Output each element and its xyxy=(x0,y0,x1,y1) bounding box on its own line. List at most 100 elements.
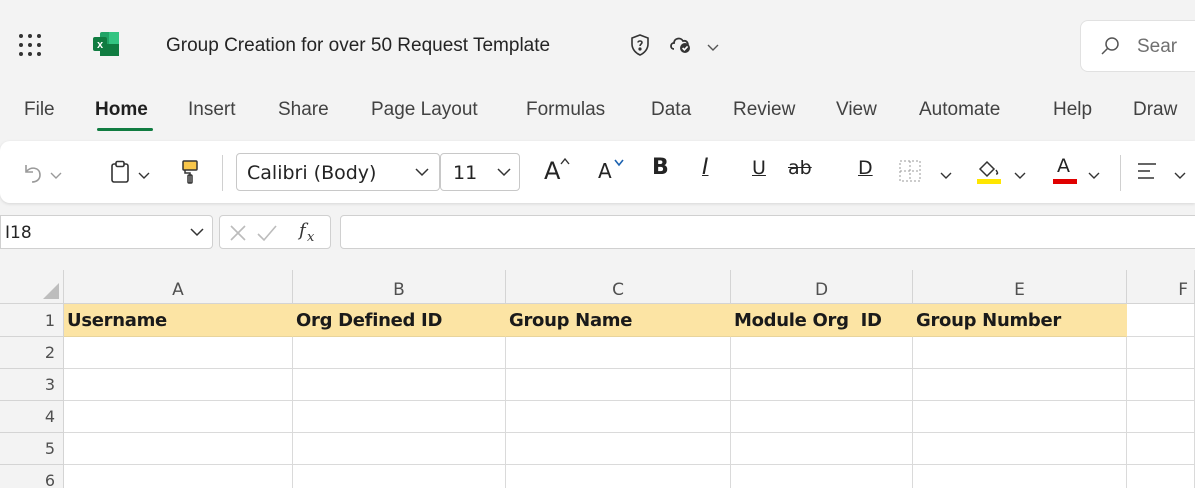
fill-color-icon[interactable] xyxy=(976,157,1002,190)
cell-e4[interactable] xyxy=(913,401,1127,433)
cell-a2[interactable] xyxy=(64,337,293,369)
column-header-b[interactable]: B xyxy=(293,270,506,304)
cell-c6[interactable] xyxy=(506,465,731,488)
cell-a1[interactable]: Username xyxy=(64,304,293,337)
tab-view[interactable]: View xyxy=(836,99,877,121)
paste-clipboard-icon[interactable] xyxy=(110,160,130,189)
row-header-6[interactable]: 6 xyxy=(0,465,64,488)
name-box[interactable]: I18 xyxy=(0,215,213,249)
cell-f3[interactable] xyxy=(1127,369,1195,401)
cell-e5[interactable] xyxy=(913,433,1127,465)
cell-d5[interactable] xyxy=(731,433,913,465)
cell-a4[interactable] xyxy=(64,401,293,433)
cell-a3[interactable] xyxy=(64,369,293,401)
column-header-c[interactable]: C xyxy=(506,270,731,304)
double-underline-button[interactable]: D xyxy=(858,159,873,178)
tab-automate[interactable]: Automate xyxy=(919,99,1000,121)
enter-check-icon[interactable] xyxy=(256,223,278,243)
italic-button[interactable]: I xyxy=(702,157,709,179)
fill-color-dropdown-chevron-icon[interactable] xyxy=(1014,167,1026,185)
cell-e6[interactable] xyxy=(913,465,1127,488)
cell-f1[interactable] xyxy=(1127,304,1195,337)
cell-e3[interactable] xyxy=(913,369,1127,401)
cell-f4[interactable] xyxy=(1127,401,1195,433)
cancel-x-icon[interactable] xyxy=(228,223,248,243)
search-box[interactable]: Sear xyxy=(1080,20,1195,72)
cell-f5[interactable] xyxy=(1127,433,1195,465)
cell-b4[interactable] xyxy=(293,401,506,433)
cell-a6[interactable] xyxy=(64,465,293,488)
cell-e2[interactable] xyxy=(913,337,1127,369)
sensitivity-shield-icon[interactable] xyxy=(628,33,652,62)
column-header-e[interactable]: E xyxy=(913,270,1127,304)
cell-c3[interactable] xyxy=(506,369,731,401)
decrease-font-size-button[interactable]: A xyxy=(598,155,624,181)
excel-icon-letter: x xyxy=(97,39,104,51)
tab-formulas[interactable]: Formulas xyxy=(526,99,605,121)
font-color-dropdown-chevron-icon[interactable] xyxy=(1088,167,1100,185)
column-header-a[interactable]: A xyxy=(64,270,293,304)
cell-c5[interactable] xyxy=(506,433,731,465)
insert-function-fx-icon[interactable]: f x xyxy=(296,219,322,245)
underline-button[interactable]: U xyxy=(752,159,766,178)
tab-home[interactable]: Home xyxy=(95,99,148,121)
tab-file[interactable]: File xyxy=(24,99,55,121)
svg-text:x: x xyxy=(307,230,315,245)
row-header-1[interactable]: 1 xyxy=(0,304,64,337)
cell-d1-text: Module Org ID xyxy=(734,310,882,331)
cell-b3[interactable] xyxy=(293,369,506,401)
column-header-d[interactable]: D xyxy=(731,270,913,304)
tab-share[interactable]: Share xyxy=(278,99,329,121)
tab-data[interactable]: Data xyxy=(651,99,691,121)
cell-d3[interactable] xyxy=(731,369,913,401)
undo-icon[interactable] xyxy=(22,161,44,190)
row-header-2[interactable]: 2 xyxy=(0,337,64,369)
excel-icon[interactable]: x xyxy=(92,31,120,57)
cell-f6[interactable] xyxy=(1127,465,1195,488)
cell-d4[interactable] xyxy=(731,401,913,433)
tab-page-layout[interactable]: Page Layout xyxy=(371,99,478,121)
align-dropdown-chevron-icon[interactable] xyxy=(1174,167,1186,185)
document-title[interactable]: Group Creation for over 50 Request Templ… xyxy=(166,35,550,57)
font-name-select[interactable]: Calibri (Body) xyxy=(236,153,440,191)
row-header-4[interactable]: 4 xyxy=(0,401,64,433)
align-icon[interactable] xyxy=(1136,161,1158,186)
cell-b6[interactable] xyxy=(293,465,506,488)
strikethrough-button[interactable]: ab xyxy=(788,159,812,178)
cloud-sync-icon[interactable] xyxy=(668,33,694,60)
cell-b5[interactable] xyxy=(293,433,506,465)
cell-d2[interactable] xyxy=(731,337,913,369)
undo-dropdown-chevron-icon[interactable] xyxy=(50,167,62,185)
cell-b1[interactable]: Org Defined ID xyxy=(293,304,506,337)
formula-input[interactable] xyxy=(340,215,1195,249)
font-size-select[interactable]: 11 xyxy=(440,153,520,191)
font-name-chevron-icon xyxy=(415,168,429,177)
cell-e1[interactable]: Group Number xyxy=(913,304,1127,337)
column-header-f[interactable]: F xyxy=(1127,270,1195,304)
bold-button[interactable]: B xyxy=(652,157,669,179)
tab-help[interactable]: Help xyxy=(1053,99,1092,121)
row-header-3[interactable]: 3 xyxy=(0,369,64,401)
format-painter-icon[interactable] xyxy=(180,159,200,190)
font-color-button[interactable]: A xyxy=(1052,155,1078,185)
app-launcher-icon[interactable] xyxy=(19,34,41,56)
borders-icon[interactable] xyxy=(898,159,922,188)
cell-a5[interactable] xyxy=(64,433,293,465)
cell-b2[interactable] xyxy=(293,337,506,369)
increase-font-size-button[interactable]: A xyxy=(544,155,570,183)
cell-c1[interactable]: Group Name xyxy=(506,304,731,337)
paste-dropdown-chevron-icon[interactable] xyxy=(138,167,150,185)
cell-c4[interactable] xyxy=(506,401,731,433)
cell-c2[interactable] xyxy=(506,337,731,369)
search-icon xyxy=(1101,37,1119,55)
select-all-corner[interactable] xyxy=(0,270,64,304)
cell-d6[interactable] xyxy=(731,465,913,488)
tab-insert[interactable]: Insert xyxy=(188,99,236,121)
cell-d1[interactable]: Module Org ID xyxy=(731,304,913,337)
row-header-5[interactable]: 5 xyxy=(0,433,64,465)
tab-review[interactable]: Review xyxy=(733,99,795,121)
cell-f2[interactable] xyxy=(1127,337,1195,369)
tab-draw[interactable]: Draw xyxy=(1133,99,1177,121)
borders-dropdown-chevron-icon[interactable] xyxy=(940,167,952,185)
title-chevron-down-icon[interactable] xyxy=(706,39,720,57)
